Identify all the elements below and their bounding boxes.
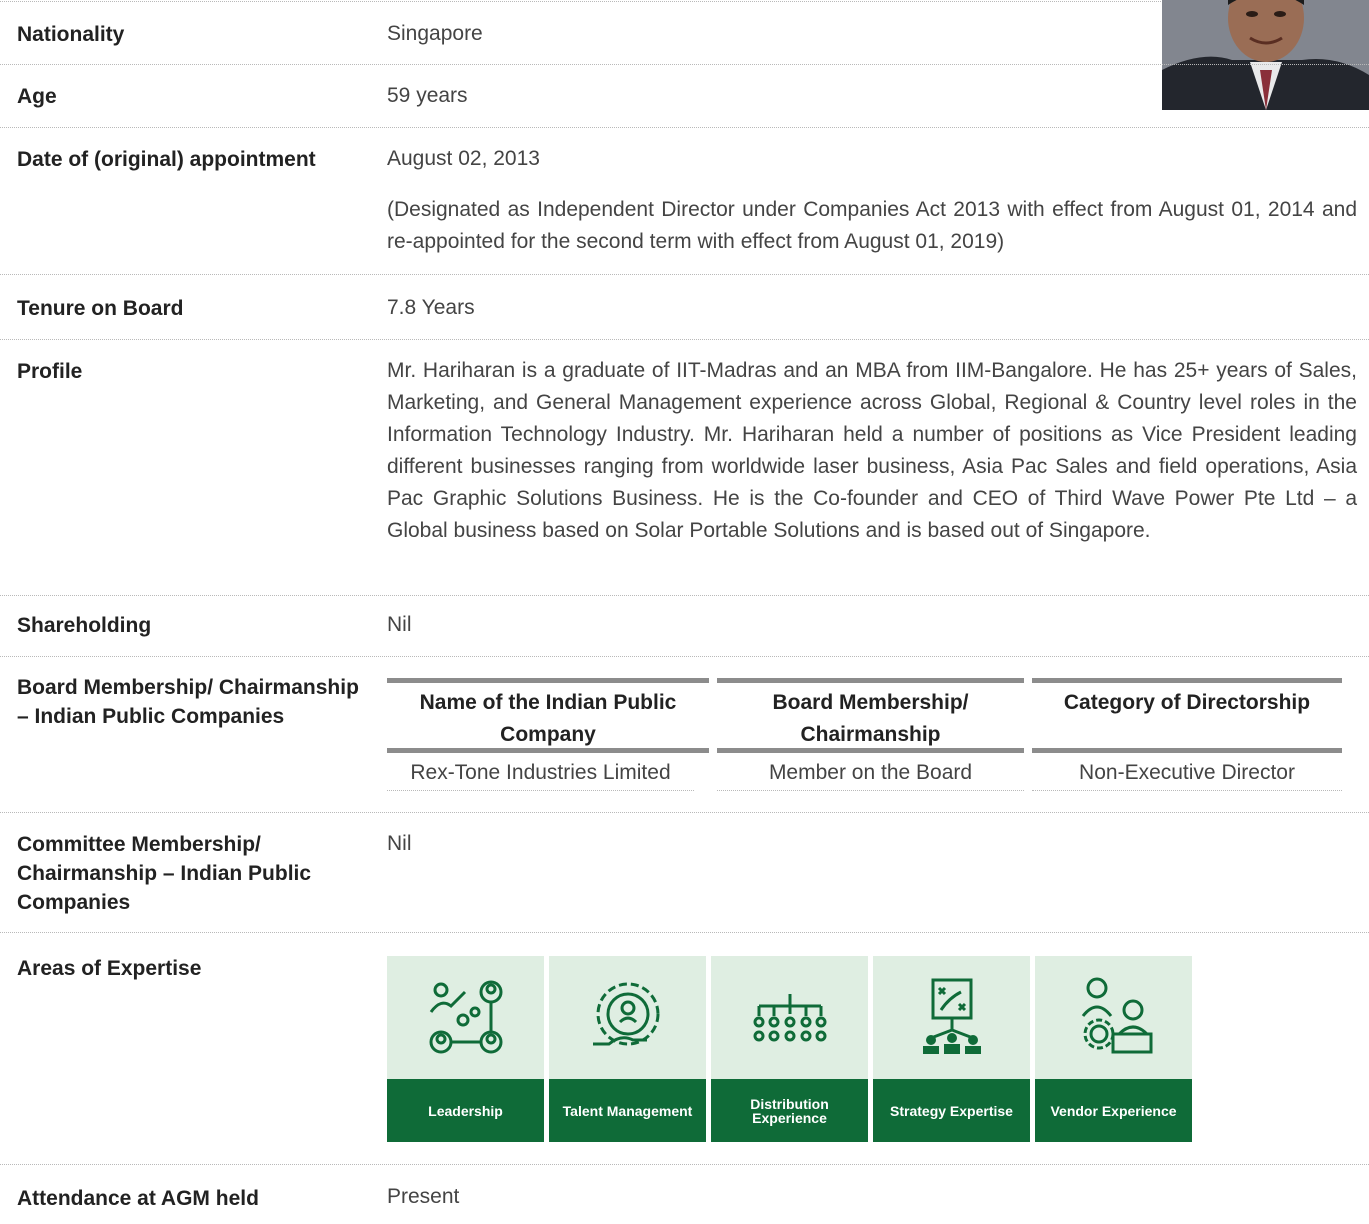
profile-label: Profile xyxy=(17,360,83,383)
talent-management-icon xyxy=(593,982,660,1046)
divider xyxy=(0,339,1369,340)
expertise-tile-talent-management: Talent Management xyxy=(549,956,706,1142)
expertise-tile-strategy: Strategy Expertise xyxy=(873,956,1030,1142)
divider xyxy=(0,656,1369,657)
tile-label: Strategy Expertise xyxy=(890,1102,1013,1119)
table-header: Name of the Indian Public Company xyxy=(387,678,709,753)
tile-label: Distribution Experience xyxy=(750,1095,829,1126)
nationality-value: Singapore xyxy=(387,22,483,45)
committee-membership-label: Committee Membership/ Chairmanship – Ind… xyxy=(17,833,312,914)
vendor-icon xyxy=(1081,977,1153,1054)
appointment-note: (Designated as Independent Director unde… xyxy=(387,198,1357,253)
expertise-tile-leadership: Leadership xyxy=(387,956,544,1142)
divider xyxy=(0,932,1369,933)
tile-label: Vendor Experience xyxy=(1050,1102,1177,1119)
attendance-value: Present xyxy=(387,1185,460,1208)
director-photo xyxy=(1162,0,1369,110)
age-value: 59 years xyxy=(387,84,468,107)
attendance-label: Attendance at AGM held xyxy=(17,1187,259,1210)
expertise-tile-distribution: Distribution Experience xyxy=(711,956,868,1142)
divider xyxy=(0,127,1369,128)
tenure-label: Tenure on Board xyxy=(17,297,184,320)
table-cell: Member on the Board xyxy=(717,756,1024,791)
tenure-value: 7.8 Years xyxy=(387,296,475,319)
profile-value: Mr. Hariharan is a graduate of IIT-Madra… xyxy=(387,359,1357,542)
divider xyxy=(0,64,1369,65)
divider xyxy=(0,595,1369,596)
table-cell: Rex-Tone Industries Limited xyxy=(387,756,694,791)
expertise-label: Areas of Expertise xyxy=(17,957,202,980)
shareholding-value: Nil xyxy=(387,613,412,636)
age-label: Age xyxy=(17,85,57,108)
committee-membership-value: Nil xyxy=(387,832,412,855)
appointment-value: August 02, 2013 xyxy=(387,147,540,170)
divider xyxy=(0,812,1369,813)
divider xyxy=(0,1164,1369,1165)
leadership-icon xyxy=(429,980,503,1054)
nationality-label: Nationality xyxy=(17,23,125,46)
tile-label: Talent Management xyxy=(562,1102,693,1119)
distribution-icon xyxy=(753,994,827,1042)
tile-label: Leadership xyxy=(428,1102,503,1119)
divider xyxy=(0,274,1369,275)
board-membership-table: Name of the Indian Public Company Board … xyxy=(387,678,1342,791)
appointment-label: Date of (original) appointment xyxy=(17,148,316,171)
expertise-tile-vendor: Vendor Experience xyxy=(1035,956,1192,1142)
table-header: Category of Directorship xyxy=(1032,678,1342,753)
table-header: Board Membership/ Chairmanship xyxy=(717,678,1024,753)
table-cell: Non-Executive Director xyxy=(1032,756,1342,791)
shareholding-label: Shareholding xyxy=(17,614,152,637)
strategy-icon xyxy=(923,978,981,1054)
board-membership-label: Board Membership/ Chairmanship – Indian … xyxy=(17,676,359,728)
